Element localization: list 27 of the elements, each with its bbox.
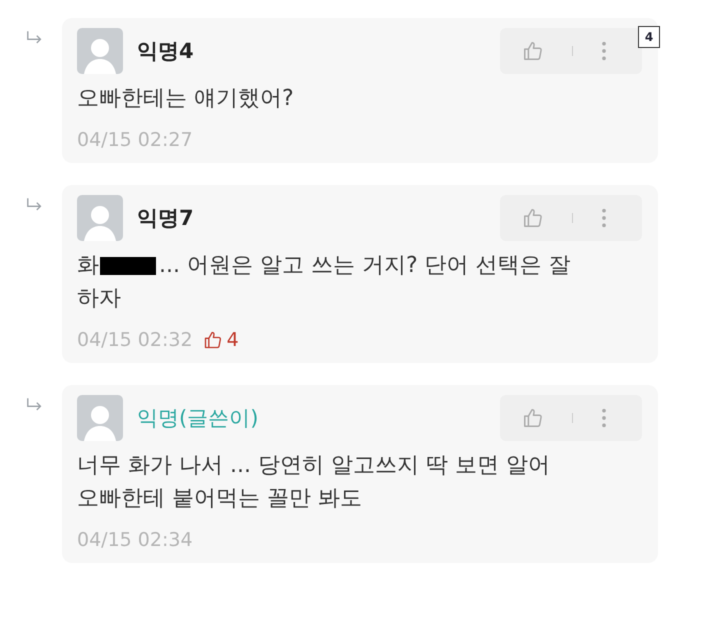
more-icon[interactable] bbox=[601, 207, 607, 229]
author-name: 익명4 bbox=[137, 38, 194, 65]
comment-text: 하자 bbox=[77, 285, 121, 313]
avatar-icon bbox=[77, 28, 123, 74]
timestamp: 04/15 02:32 bbox=[77, 329, 193, 351]
thumbs-up-icon bbox=[202, 330, 223, 350]
redaction-bar bbox=[100, 256, 156, 274]
comment-text: 오빠한테는 얘기했어? bbox=[77, 85, 294, 113]
comment-text: 너무 화가 나서 ... 당연히 알고쓰지 딱 보면 알어 오빠한테 붙어먹는 꼴만 봐도 bbox=[77, 452, 551, 513]
number-badge: 4 bbox=[638, 26, 660, 48]
reply-arrow-icon bbox=[26, 197, 44, 212]
like-count: 4 bbox=[226, 329, 239, 351]
comment-text: 화 bbox=[77, 252, 99, 280]
reply-arrow-icon bbox=[26, 397, 44, 412]
avatar-icon bbox=[77, 195, 123, 241]
thumbs-up-icon[interactable] bbox=[522, 207, 544, 229]
author-name: 익명7 bbox=[137, 205, 194, 232]
thumbs-up-icon[interactable] bbox=[522, 407, 544, 429]
thumbs-up-icon[interactable] bbox=[522, 40, 544, 62]
more-icon[interactable] bbox=[601, 40, 607, 62]
reply-arrow-icon bbox=[26, 30, 44, 45]
more-icon[interactable] bbox=[601, 407, 607, 429]
timestamp: 04/15 02:34 bbox=[77, 529, 193, 551]
avatar-icon bbox=[77, 395, 123, 441]
comment-text: ... 어원은 알고 쓰는 거지? 단어 선택은 잘 bbox=[159, 252, 571, 280]
timestamp: 04/15 02:27 bbox=[77, 129, 193, 151]
author-name: 익명(글쓴이) bbox=[137, 405, 258, 432]
